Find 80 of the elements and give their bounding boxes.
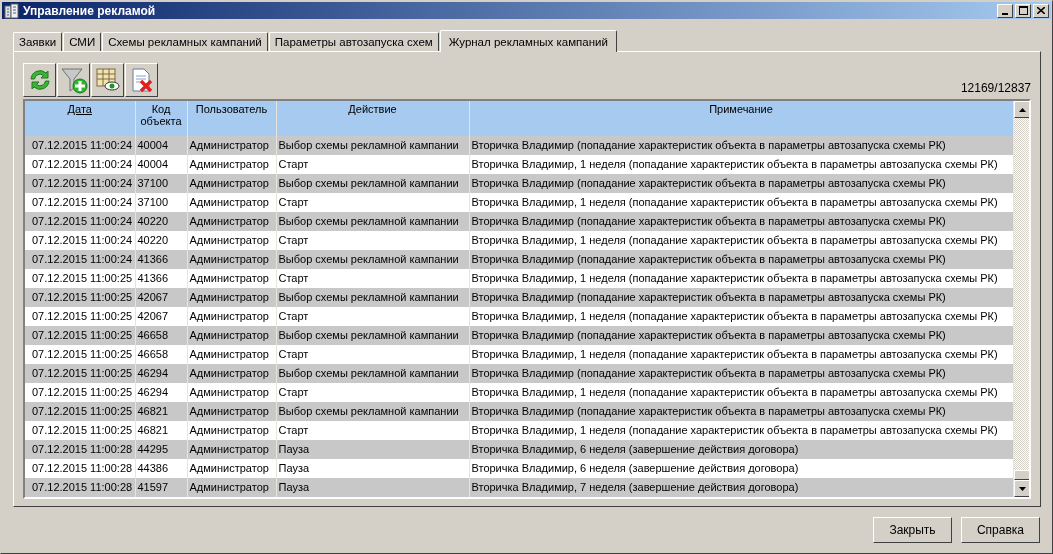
minimize-icon (1002, 12, 1008, 15)
table-cell: Выбор схемы рекламной кампании (276, 174, 469, 193)
table-cell: Вторичка Владимир (попадание характеристик объекта в параметры автозапуска схемы РК) (469, 174, 1013, 193)
table-cell: Пауза (276, 440, 469, 459)
delete-button[interactable] (125, 63, 158, 97)
table-cell: Администратор (187, 326, 276, 345)
table-cell: Администратор (187, 212, 276, 231)
table-cell: Администратор (187, 402, 276, 421)
table-cell: 46821 (135, 402, 187, 421)
table-cell: Вторичка Владимир (попадание характеристик объекта в параметры автозапуска схемы РК) (469, 136, 1013, 155)
table-cell: 07.12.2015 11:00:24 (25, 174, 135, 193)
tab[interactable]: СМИ (63, 32, 102, 51)
table-cell: Пауза (276, 478, 469, 497)
table-cell: Администратор (187, 136, 276, 155)
dialog-button[interactable]: Справка (961, 517, 1040, 543)
maximize-icon (1018, 6, 1028, 15)
funnel-plus-icon (59, 66, 88, 94)
table-cell: Администратор (187, 250, 276, 269)
table-cell: 07.12.2015 11:00:24 (25, 136, 135, 155)
table-cell: Выбор схемы рекламной кампании (276, 212, 469, 231)
table-cell: Вторичка Владимир (попадание характеристик объекта в параметры автозапуска схемы РК) (469, 212, 1013, 231)
tab[interactable]: Журнал рекламных кампаний (439, 30, 617, 52)
table-cell: Администратор (187, 478, 276, 497)
table-cell: 44295 (135, 440, 187, 459)
table-cell: Вторичка Владимир (попадание характеристик объекта в параметры автозапуска схемы РК) (469, 250, 1013, 269)
maximize-button[interactable] (1015, 3, 1031, 18)
table-cell: Вторичка Владимир, 7 неделя (завершение действия договора) (469, 478, 1013, 497)
scroll-thumb[interactable] (1013, 470, 1029, 480)
buildings-icon (4, 2, 20, 19)
table-cell: Выбор схемы рекламной кампании (276, 288, 469, 307)
column-header[interactable]: Дата (25, 101, 135, 136)
refresh-button[interactable] (23, 63, 56, 97)
grid-eye-icon (94, 67, 121, 93)
table-cell: Вторичка Владимир (попадание характеристик объекта в параметры автозапуска схемы РК) (469, 326, 1013, 345)
table-cell: Администратор (187, 174, 276, 193)
column-header[interactable]: Действие (276, 101, 469, 136)
scroll-up-icon[interactable] (1018, 107, 1026, 112)
table-cell: 07.12.2015 11:00:28 (25, 478, 135, 497)
tab[interactable]: Параметры автозапуска схем (268, 32, 439, 51)
table-cell: 40004 (135, 136, 187, 155)
table-cell: 46658 (135, 326, 187, 345)
table-cell: 07.12.2015 11:00:28 (25, 440, 135, 459)
column-header[interactable]: Пользователь (187, 101, 276, 136)
window-title: Управление рекламой (23, 3, 157, 18)
table-cell: 07.12.2015 11:00:25 (25, 326, 135, 345)
table-cell: Вторичка Владимир (попадание характеристик объекта в параметры автозапуска схемы РК) (469, 364, 1013, 383)
table-cell: 42067 (135, 288, 187, 307)
table-cell: 07.12.2015 11:00:24 (25, 250, 135, 269)
table-cell: Администратор (187, 364, 276, 383)
table-cell: 41597 (135, 478, 187, 497)
table-cell: 37100 (135, 174, 187, 193)
tab[interactable]: Схемы рекламных кампаний (102, 32, 268, 51)
tab[interactable]: Заявки (13, 32, 63, 51)
table-cell: 46294 (135, 364, 187, 383)
scroll-down-icon[interactable] (1018, 486, 1026, 491)
table-cell: Выбор схемы рекламной кампании (276, 136, 469, 155)
table-cell: 07.12.2015 11:00:24 (25, 212, 135, 231)
table-cell: 40220 (135, 212, 187, 231)
column-header[interactable]: Примечание (469, 101, 1013, 136)
close-icon (1037, 7, 1045, 14)
table-cell: Вторичка Владимир, 6 неделя (завершение действия договора) (469, 440, 1013, 459)
table-cell: Вторичка Владимир (попадание характеристик объекта в параметры автозапуска схемы РК) (469, 288, 1013, 307)
dialog-button[interactable]: Закрыть (873, 517, 952, 543)
table-cell: 07.12.2015 11:00:25 (25, 402, 135, 421)
table-cell: Администратор (187, 288, 276, 307)
table-cell: Выбор схемы рекламной кампании (276, 402, 469, 421)
table-cell: Выбор схемы рекламной кампании (276, 326, 469, 345)
table-cell: 07.12.2015 11:00:25 (25, 364, 135, 383)
minimize-button[interactable] (997, 3, 1013, 18)
add-filter-button[interactable] (57, 63, 90, 97)
grid-view-button[interactable] (91, 63, 124, 97)
table-cell: Администратор (187, 440, 276, 459)
table-cell: 07.12.2015 11:00:25 (25, 288, 135, 307)
column-header[interactable]: Код объекта (135, 101, 187, 136)
close-button[interactable] (1033, 3, 1049, 18)
table-cell: Выбор схемы рекламной кампании (276, 364, 469, 383)
table-cell: 41366 (135, 250, 187, 269)
table-cell: Вторичка Владимир (попадание характеристик объекта в параметры автозапуска схемы РК) (469, 402, 1013, 421)
table-cell: Выбор схемы рекламной кампании (276, 250, 469, 269)
record-count: 12169/12837 (960, 81, 1031, 95)
